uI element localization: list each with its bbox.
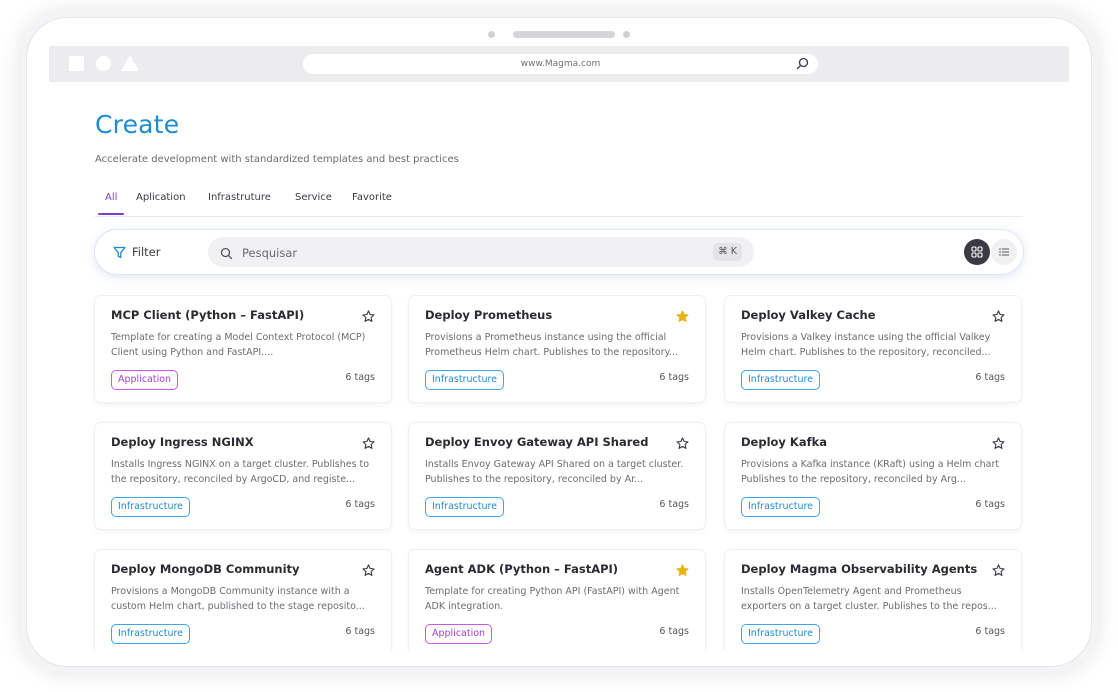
- card-title: Deploy Kafka: [741, 435, 828, 449]
- card-title: Deploy MongoDB Community: [111, 562, 300, 576]
- card-title: Agent ADK (Python – FastAPI): [425, 562, 619, 576]
- category-tabs: All Aplication Infrastruture Service Fav…: [95, 186, 1023, 217]
- address-url: www.Magma.com: [520, 59, 601, 69]
- card-description: Installs OpenTelemetry Agent and Prometh…: [741, 586, 997, 612]
- template-card[interactable]: Deploy Valkey Cache Provisions a Valkey …: [725, 296, 1021, 402]
- card-title: MCP Client (Python – FastAPI): [111, 308, 305, 322]
- search-shortcut-badge: ⌘ K: [713, 243, 742, 261]
- template-card[interactable]: Deploy MongoDB Community Provisions a Mo…: [95, 550, 391, 650]
- category-badge[interactable]: Infrastructure: [741, 370, 821, 390]
- card-title: Deploy Ingress NGINX: [111, 435, 254, 449]
- star-icon[interactable]: [676, 435, 689, 454]
- sensor-dot: [623, 31, 630, 38]
- window-circle-icon[interactable]: [96, 56, 111, 71]
- speaker-grille: [513, 31, 615, 38]
- search-icon: [220, 245, 233, 264]
- card-description: Template for creating Python API (FastAP…: [425, 586, 680, 612]
- card-title: Deploy Valkey Cache: [741, 308, 876, 322]
- star-filled-icon[interactable]: [676, 308, 689, 327]
- card-title: Deploy Magma Observability Agents: [741, 562, 978, 576]
- card-description: Provisions a Kafka instance (KRaft) usin…: [741, 459, 1000, 485]
- tab-infrastruture[interactable]: Infrastruture: [208, 192, 271, 211]
- card-description: Provisions a Prometheus instance using t…: [425, 332, 678, 358]
- page-subtitle: Accelerate development with standardized…: [95, 154, 459, 165]
- star-icon[interactable]: [992, 308, 1005, 327]
- tag-count: 6 tags: [345, 626, 375, 637]
- category-badge[interactable]: Application: [111, 370, 179, 390]
- filter-icon: [113, 246, 126, 258]
- list-view-button[interactable]: [991, 239, 1017, 265]
- grid-icon: [971, 246, 983, 258]
- template-card[interactable]: Deploy Envoy Gateway API Shared Installs…: [409, 423, 705, 529]
- tag-count: 6 tags: [975, 626, 1005, 637]
- card-description: Provisions a MongoDB Community instance …: [111, 586, 365, 612]
- tab-all[interactable]: All: [97, 192, 126, 215]
- tag-count: 6 tags: [659, 499, 689, 510]
- template-card[interactable]: MCP Client (Python – FastAPI) Template f…: [95, 296, 391, 402]
- address-search-icon[interactable]: [796, 57, 809, 78]
- card-description: Template for creating a Model Context Pr…: [111, 332, 366, 358]
- device-frame: www.Magma.com Create Accelerate developm…: [27, 18, 1091, 666]
- search-toolbar: Filter ⌘ K: [95, 230, 1023, 274]
- card-title: Deploy Envoy Gateway API Shared: [425, 435, 649, 449]
- search-field[interactable]: ⌘ K: [208, 237, 754, 267]
- tag-count: 6 tags: [659, 626, 689, 637]
- category-badge[interactable]: Infrastructure: [741, 624, 821, 644]
- window-triangle-icon[interactable]: [121, 55, 139, 71]
- screen: www.Magma.com Create Accelerate developm…: [49, 46, 1069, 650]
- template-card[interactable]: Deploy Kafka Provisions a Kafka instance…: [725, 423, 1021, 529]
- tab-service[interactable]: Service: [295, 192, 332, 211]
- grid-view-button[interactable]: [964, 239, 990, 265]
- search-input[interactable]: [240, 243, 664, 263]
- address-bar[interactable]: www.Magma.com: [303, 54, 818, 74]
- filter-button[interactable]: Filter: [113, 242, 160, 262]
- template-card[interactable]: Deploy Ingress NGINX Installs Ingress NG…: [95, 423, 391, 529]
- category-badge[interactable]: Infrastructure: [111, 497, 191, 517]
- template-card[interactable]: Deploy Prometheus Provisions a Prometheu…: [409, 296, 705, 402]
- star-icon[interactable]: [992, 435, 1005, 454]
- category-badge[interactable]: Infrastructure: [425, 370, 505, 390]
- card-title: Deploy Prometheus: [425, 308, 553, 322]
- star-icon[interactable]: [362, 435, 375, 454]
- tag-count: 6 tags: [345, 499, 375, 510]
- tag-count: 6 tags: [975, 499, 1005, 510]
- star-icon[interactable]: [362, 308, 375, 327]
- category-badge[interactable]: Infrastructure: [741, 497, 821, 517]
- template-card[interactable]: Agent ADK (Python – FastAPI) Template fo…: [409, 550, 705, 650]
- filter-label: Filter: [132, 245, 161, 259]
- list-icon: [999, 248, 1009, 256]
- star-icon[interactable]: [362, 562, 375, 581]
- card-description: Provisions a Valkey instance using the o…: [741, 332, 991, 358]
- camera-dot: [488, 31, 495, 38]
- tab-aplication[interactable]: Aplication: [136, 192, 186, 211]
- tag-count: 6 tags: [659, 372, 689, 383]
- tag-count: 6 tags: [975, 372, 1005, 383]
- template-card[interactable]: Deploy Magma Observability Agents Instal…: [725, 550, 1021, 650]
- view-toggle: [964, 239, 1017, 265]
- star-filled-icon[interactable]: [676, 562, 689, 581]
- star-icon[interactable]: [992, 562, 1005, 581]
- category-badge[interactable]: Infrastructure: [111, 624, 191, 644]
- category-badge[interactable]: Application: [425, 624, 493, 644]
- window-square-icon[interactable]: [69, 56, 84, 71]
- tab-favorite[interactable]: Favorite: [352, 192, 392, 211]
- page-title: Create: [95, 110, 180, 139]
- card-description: Installs Envoy Gateway API Shared on a t…: [425, 459, 684, 485]
- tag-count: 6 tags: [345, 372, 375, 383]
- category-badge[interactable]: Infrastructure: [425, 497, 505, 517]
- browser-toolbar: www.Magma.com: [49, 46, 1069, 82]
- card-description: Installs Ingress NGINX on a target clust…: [111, 459, 370, 485]
